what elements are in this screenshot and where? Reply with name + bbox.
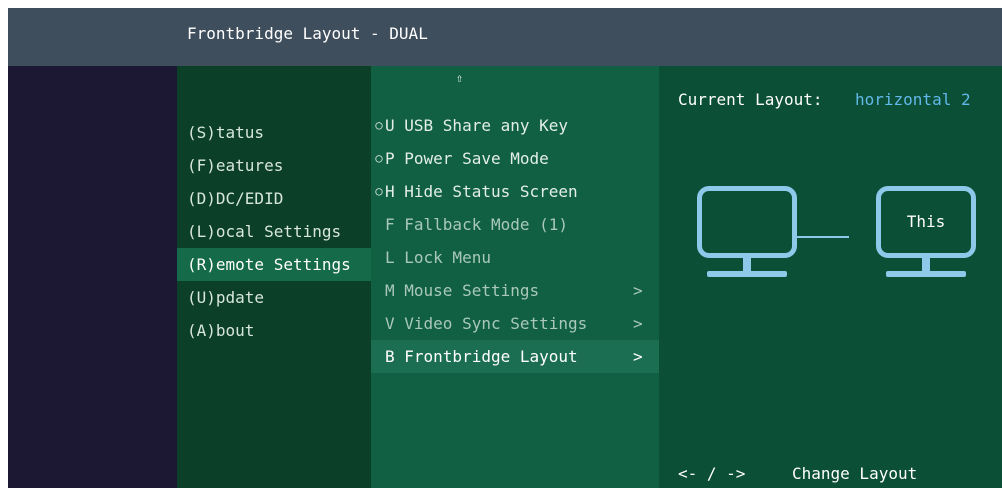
chevron-right-icon: > [633,347,643,366]
option-mouse-settings[interactable]: M Mouse Settings > [371,274,659,307]
option-label: P Power Save Mode [385,149,549,168]
current-layout-value: horizontal 2 [855,90,971,109]
menu-item-update[interactable]: (U)pdate [177,281,371,314]
menu-item-status[interactable]: (S)tatus [177,116,371,149]
option-label: H Hide Status Screen [385,182,578,201]
option-label: V Video Sync Settings [385,314,588,333]
option-power-save-mode[interactable]: ○ P Power Save Mode [371,142,659,175]
arrow-keys-hint: <- / -> [678,464,746,483]
remote-settings-submenu: ⇧ ○ U USB Share any Key ○ P Power Save M… [371,66,659,488]
layout-panel: Current Layout: horizontal 2 This <- / -… [659,66,1002,488]
menu-item-remote-settings[interactable]: (R)emote Settings [177,248,371,281]
monitor-label-this: This [906,212,946,231]
menu-item-features[interactable]: (F)eatures [177,149,371,182]
radio-empty-icon: ○ [375,151,383,165]
option-fallback-mode[interactable]: F Fallback Mode (1) [371,208,659,241]
main-menu: (S)tatus (F)eatures (D)DC/EDID (L)ocal S… [177,66,371,488]
option-label: M Mouse Settings [385,281,540,300]
option-lock-menu[interactable]: L Lock Menu [371,241,659,274]
option-hide-status-screen[interactable]: ○ H Hide Status Screen [371,175,659,208]
option-label: U USB Share any Key [385,116,569,135]
menu-item-ddc-edid[interactable]: (D)DC/EDID [177,182,371,215]
option-usb-share-any-key[interactable]: ○ U USB Share any Key [371,109,659,142]
window-title: Frontbridge Layout - DUAL [187,24,428,43]
scroll-up-icon[interactable]: ⇧ [456,72,463,84]
menu-item-about[interactable]: (A)bout [177,314,371,347]
monitor-this-icon: This [876,186,976,278]
monitor-label [697,186,797,258]
monitor-neck [922,258,930,271]
option-video-sync-settings[interactable]: V Video Sync Settings > [371,307,659,340]
monitor-connector-line [797,236,849,238]
radio-empty-icon: ○ [375,184,383,198]
left-margin-panel [8,66,177,488]
monitor-base [886,271,966,277]
option-label: L Lock Menu [385,248,491,267]
chevron-right-icon: > [633,314,643,333]
monitor-left-icon [697,186,797,278]
option-label: B Frontbridge Layout [385,347,578,366]
option-label: F Fallback Mode (1) [385,215,569,234]
chevron-right-icon: > [633,281,643,300]
radio-empty-icon: ○ [375,118,383,132]
monitor-base [707,271,787,277]
kvm-menu-window: Frontbridge Layout - DUAL (S)tatus (F)ea… [8,8,1002,488]
menu-item-local-settings[interactable]: (L)ocal Settings [177,215,371,248]
change-layout-hint: Change Layout [792,464,918,483]
title-bar: Frontbridge Layout - DUAL [8,8,1002,66]
current-layout-label: Current Layout: [678,90,823,109]
monitor-neck [743,258,751,271]
option-frontbridge-layout[interactable]: B Frontbridge Layout > [371,340,659,373]
